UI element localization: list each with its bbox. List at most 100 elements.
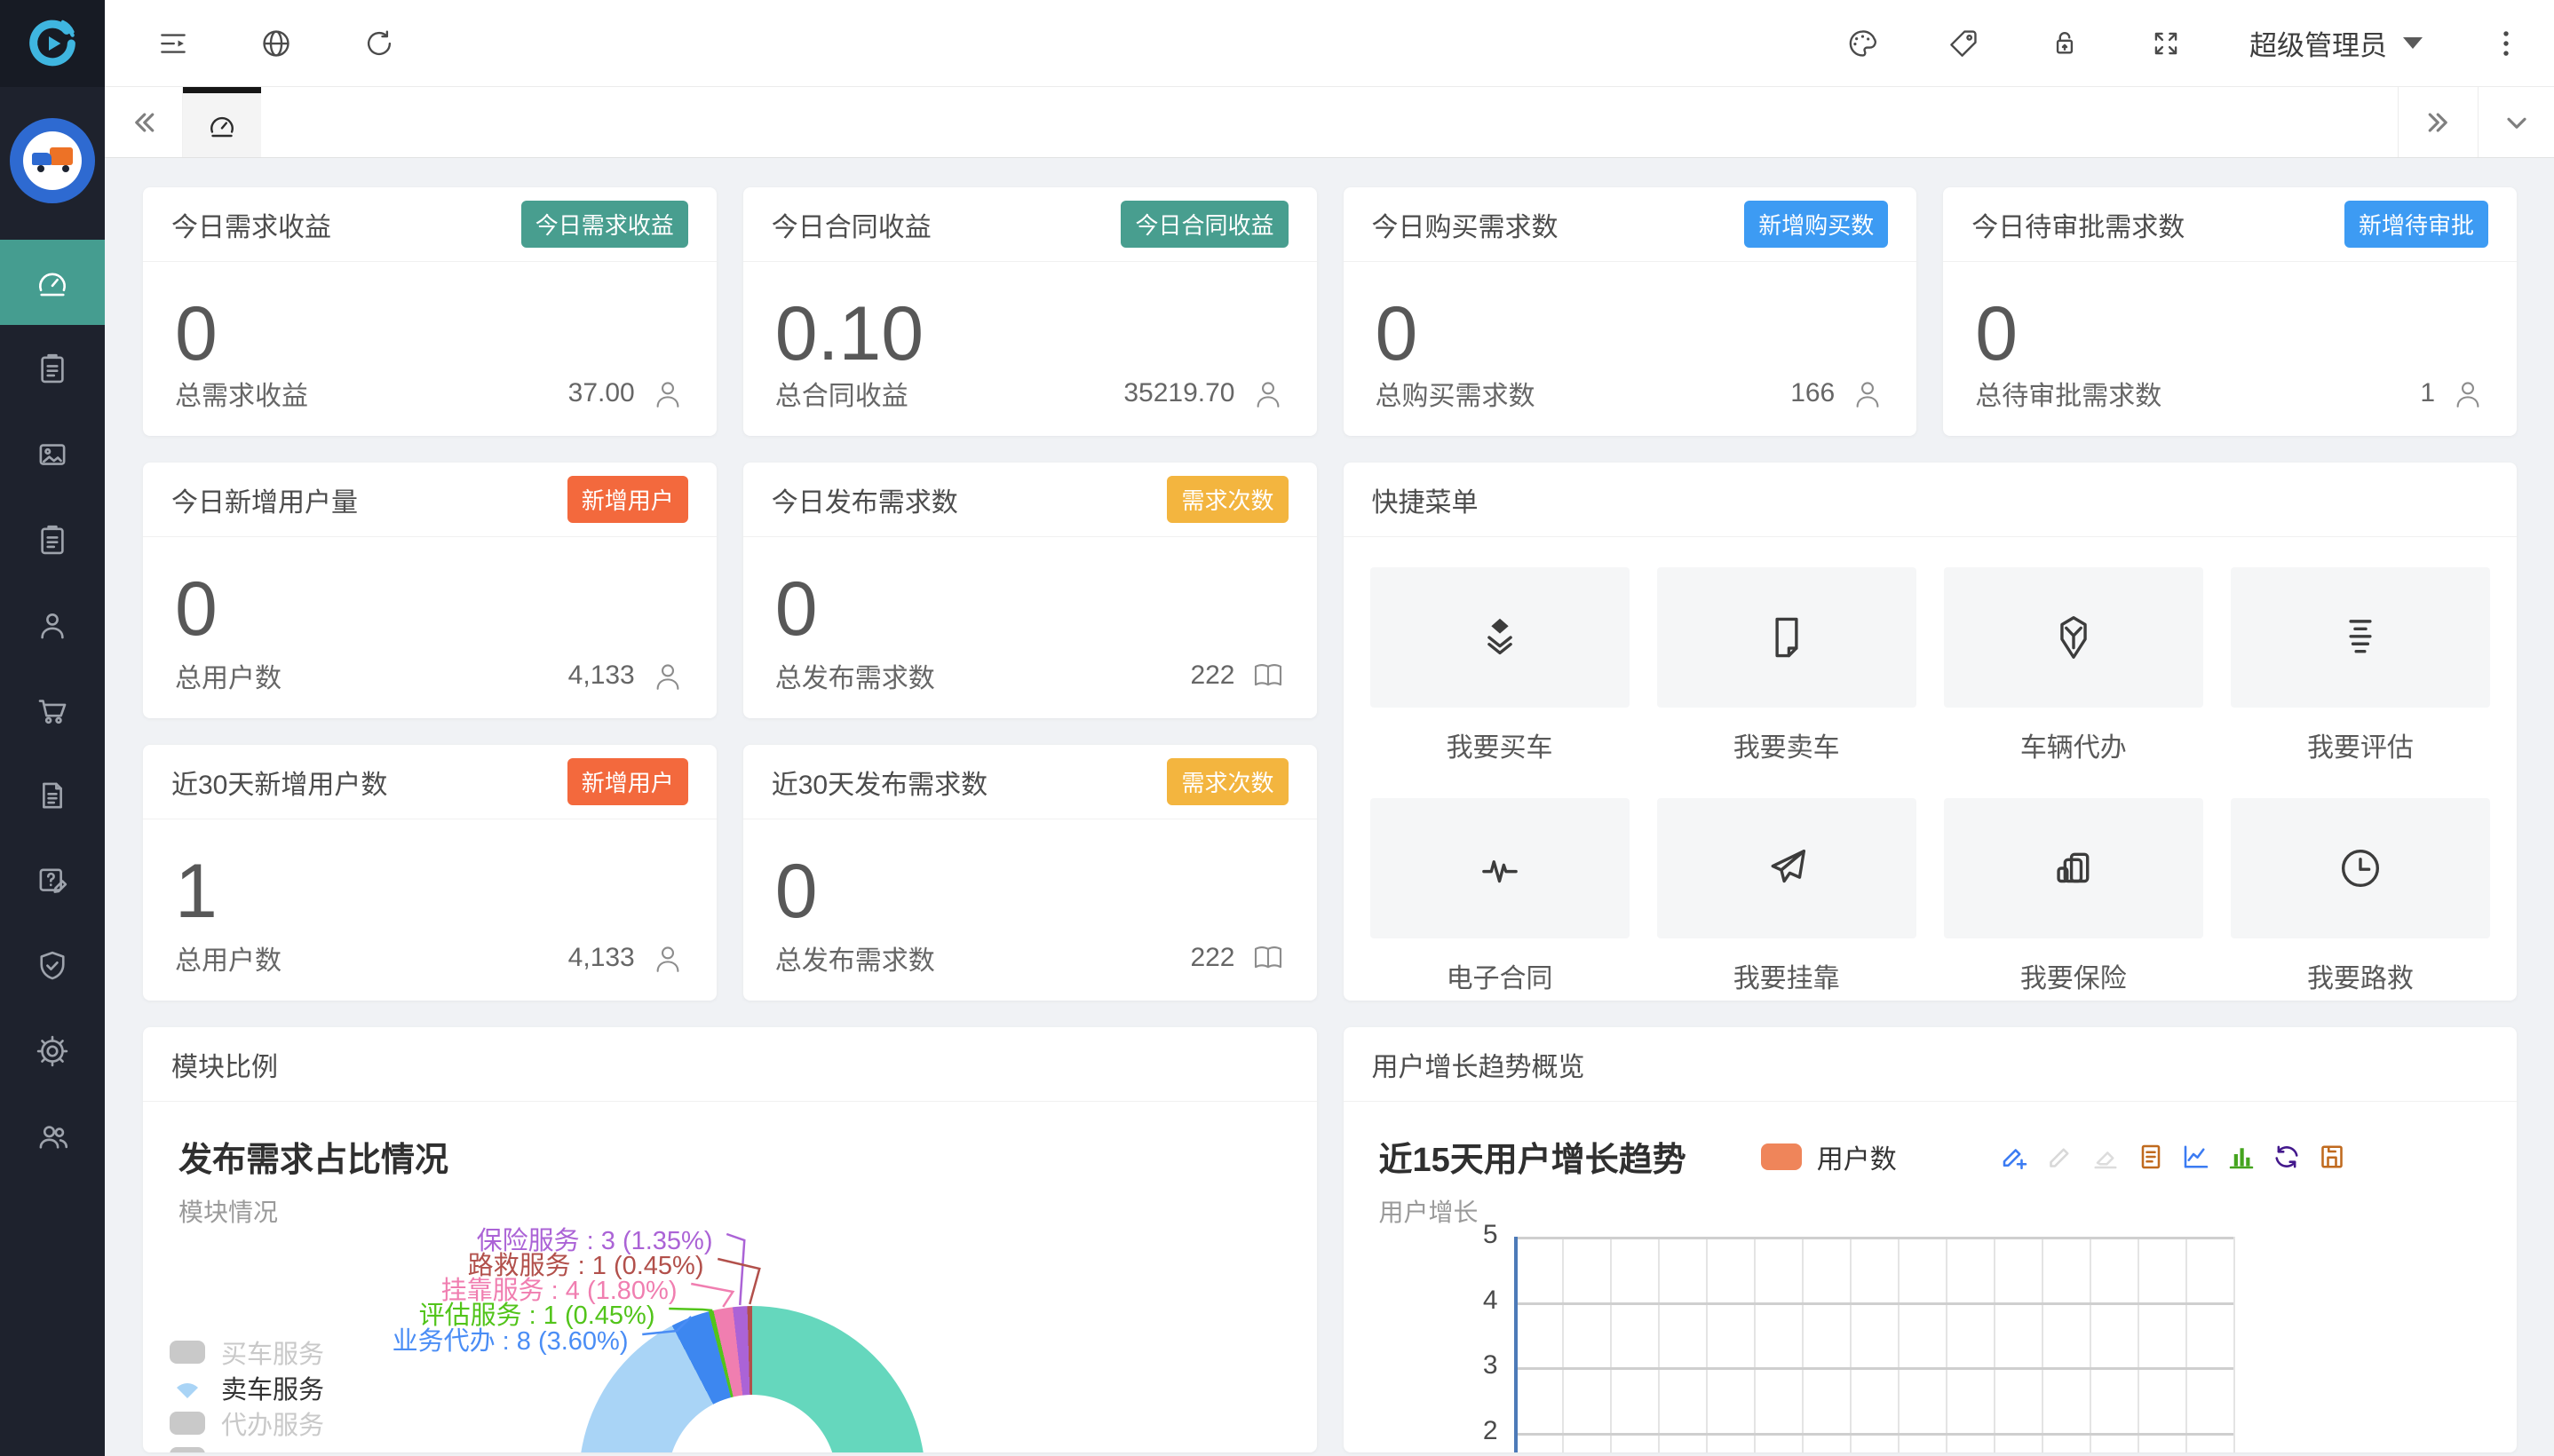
status-badge: 今日需求收益 (521, 201, 688, 248)
quick-item-evaluate[interactable]: 我要评估 (2231, 567, 2490, 764)
tab-dashboard[interactable] (183, 87, 261, 157)
cube-icon (2048, 612, 2099, 663)
y-gridline (1514, 1367, 2233, 1370)
lines-icon (2335, 612, 2386, 663)
data-view-icon[interactable] (2135, 1141, 2167, 1173)
chevron-down-icon (2501, 107, 2533, 138)
stat-value: 0 (175, 296, 717, 372)
x-gridline (2233, 1237, 2235, 1452)
sidebar-item-orders[interactable] (0, 326, 105, 411)
restore-icon[interactable] (2271, 1141, 2303, 1173)
stat-total-value: 37.00 (568, 378, 635, 408)
tabs-scroll-right-button[interactable] (2398, 87, 2478, 157)
sidebar-item-documents[interactable] (0, 753, 105, 838)
pie-label-business-agency: 业务代办 : 8 (3.60%) (393, 1320, 629, 1357)
sidebar-item-dashboard[interactable] (0, 240, 105, 325)
user-icon (649, 375, 686, 412)
legend-item-user-count[interactable]: 用户数 (1761, 1137, 1897, 1176)
person-icon (34, 606, 71, 644)
bar-chart-icon[interactable] (2225, 1141, 2257, 1173)
user-icon (1249, 375, 1287, 412)
quick-item-label: 我要评估 (2307, 725, 2414, 764)
chart-toolbox (1999, 1141, 2348, 1173)
user-icon (2449, 375, 2487, 412)
edit-icon[interactable] (2044, 1141, 2076, 1173)
sidebar-item-profile[interactable] (0, 582, 105, 668)
card-title: 今日发布需求数 (772, 480, 958, 519)
sidebar-item-audit[interactable] (0, 923, 105, 1009)
x-gridline (1994, 1237, 1995, 1452)
stat-value: 0 (775, 853, 1317, 930)
refresh-icon[interactable] (361, 26, 397, 61)
user-icon (649, 939, 686, 977)
user-growth-card: 用户增长趋势概览 近15天用户增长趋势 用户数 (1344, 1027, 2518, 1452)
stat-card-pending-approval: 今日待审批需求数 新增待审批 0 总待审批需求数 1 (1943, 187, 2517, 436)
lock-icon[interactable] (2047, 26, 2082, 61)
user-icon (649, 657, 686, 694)
edit-add-icon[interactable] (1999, 1141, 2031, 1173)
sidebar-item-requirements[interactable] (0, 497, 105, 582)
x-gridline (1802, 1237, 1804, 1452)
line-chart-icon[interactable] (2180, 1141, 2212, 1173)
quick-item-e-contract[interactable]: 电子合同 (1370, 798, 1630, 995)
status-badge: 需求次数 (1167, 476, 1288, 523)
cart-icon (34, 692, 71, 729)
status-badge: 需求次数 (1167, 758, 1288, 805)
quick-item-buy-car[interactable]: 我要买车 (1370, 567, 1630, 764)
sidebar-item-feedback[interactable] (0, 838, 105, 923)
card-title: 用户增长趋势概览 (1372, 1045, 1585, 1084)
quick-item-insurance[interactable]: 我要保险 (1944, 798, 2203, 995)
x-gridline (2042, 1237, 2043, 1452)
palette-icon[interactable] (1844, 26, 1880, 61)
y-axis-tick: 5 (1432, 1220, 1498, 1250)
stat-value: 0 (775, 571, 1317, 647)
x-gridline (1706, 1237, 1708, 1452)
tabbar (105, 87, 2554, 158)
stat-total-label: 总待审批需求数 (1975, 374, 2161, 413)
tabbar-spacer (261, 87, 2398, 157)
stat-value: 0.10 (775, 296, 1317, 372)
sidebar-item-users[interactable] (0, 1094, 105, 1179)
stat-card-demands-30d: 近30天发布需求数 需求次数 0 总发布需求数 222 (743, 745, 1317, 1001)
company-logo (10, 118, 95, 203)
x-gridline (1610, 1237, 1612, 1452)
app-logo-icon (24, 15, 81, 72)
card-title: 今日待审批需求数 (1971, 205, 2185, 244)
quick-item-vehicle-agency[interactable]: 车辆代办 (1944, 567, 2203, 764)
sidebar-item-purchases[interactable] (0, 668, 105, 753)
status-badge: 新增用户 (567, 758, 688, 805)
globe-icon[interactable] (258, 26, 294, 61)
quick-item-label: 我要卖车 (1733, 725, 1840, 764)
sidebar-item-settings[interactable] (0, 1009, 105, 1094)
save-image-icon[interactable] (2316, 1141, 2348, 1173)
tag-icon[interactable] (1946, 26, 1981, 61)
page-icon (1761, 612, 1812, 663)
sidebar (0, 0, 105, 1456)
stat-card-demands-today: 今日发布需求数 需求次数 0 总发布需求数 222 (743, 463, 1317, 718)
card-title: 近30天发布需求数 (772, 763, 987, 802)
kebab-menu-icon[interactable] (2488, 26, 2524, 61)
chevrons-left-icon (128, 107, 160, 138)
stat-value: 0 (1376, 296, 1917, 372)
status-badge: 新增购买数 (1744, 201, 1888, 248)
quick-item-affiliation[interactable]: 我要挂靠 (1657, 798, 1916, 995)
quick-item-sell-car[interactable]: 我要卖车 (1657, 567, 1916, 764)
user-role-dropdown[interactable]: 超级管理员 (2249, 23, 2423, 63)
quick-item-label: 我要保险 (2020, 956, 2127, 995)
tabs-scroll-left-button[interactable] (105, 87, 183, 157)
fullscreen-icon[interactable] (2148, 26, 2184, 61)
y-gridline (1514, 1302, 2233, 1305)
paper-plane-icon (1761, 843, 1812, 894)
eraser-icon[interactable] (2090, 1141, 2122, 1173)
tabs-menu-button[interactable] (2478, 87, 2554, 157)
quick-item-label: 电子合同 (1447, 956, 1553, 995)
stat-card-new-users-today: 今日新增用户量 新增用户 0 总用户数 4,133 (143, 463, 717, 718)
layers-icon (1474, 612, 1526, 663)
collapse-menu-icon[interactable] (155, 26, 191, 61)
sidebar-item-media[interactable] (0, 412, 105, 497)
quick-item-road-rescue[interactable]: 我要路救 (2231, 798, 2490, 995)
clock-icon (2335, 843, 2386, 894)
x-gridline (1898, 1237, 1900, 1452)
chevrons-right-icon (2423, 107, 2455, 138)
module-ratio-card: 模块比例 发布需求占比情况 模块情况 买车服务 卖车服务 代 (143, 1027, 1317, 1452)
